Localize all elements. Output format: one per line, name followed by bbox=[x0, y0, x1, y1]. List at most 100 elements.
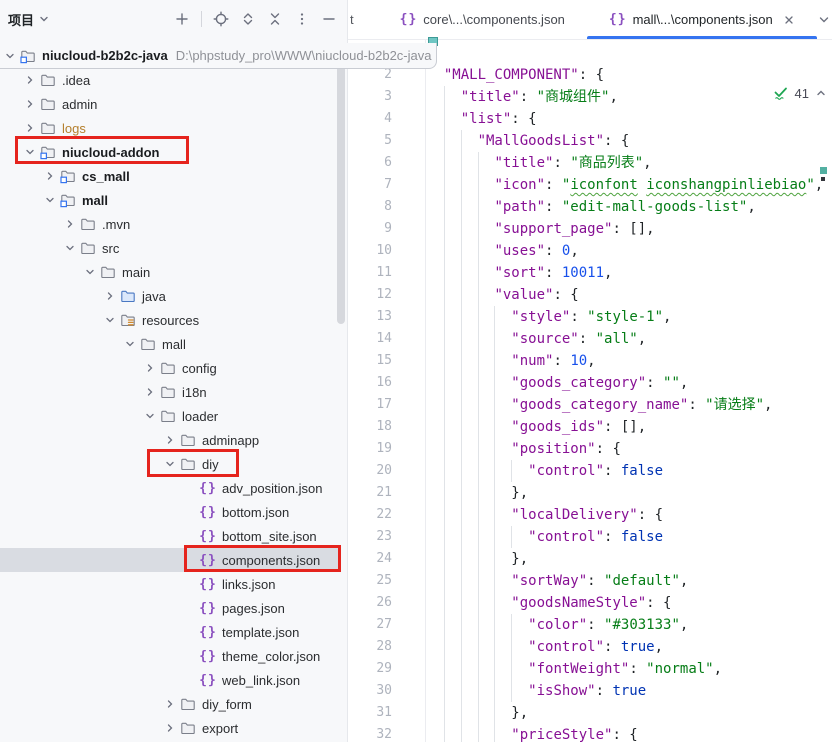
tree-item--idea[interactable]: .idea bbox=[0, 68, 347, 92]
chevron-right-icon[interactable] bbox=[42, 168, 58, 184]
collapse-all-icon[interactable] bbox=[267, 11, 283, 27]
chevron-right-icon[interactable] bbox=[22, 96, 38, 112]
module-folder-icon bbox=[60, 192, 76, 208]
chevron-down-icon[interactable] bbox=[42, 192, 58, 208]
indent-guide bbox=[461, 614, 462, 636]
tree-item-mall[interactable]: mall bbox=[0, 188, 347, 212]
tree-item-diy-form[interactable]: diy_form bbox=[0, 692, 347, 716]
indent-guide bbox=[478, 284, 479, 306]
indent-guide bbox=[478, 218, 479, 240]
indent-guide bbox=[494, 482, 495, 504]
chevron-right-icon[interactable] bbox=[142, 360, 158, 376]
tree-item-label: i18n bbox=[182, 385, 207, 400]
project-panel-title-group[interactable]: 项目 bbox=[8, 10, 50, 29]
chevron-spacer bbox=[182, 672, 198, 688]
tree-item-resources[interactable]: resources bbox=[0, 308, 347, 332]
chevron-right-icon[interactable] bbox=[162, 696, 178, 712]
project-panel-scrollbar[interactable] bbox=[337, 48, 345, 324]
indent-guide bbox=[478, 658, 479, 680]
indent-guide bbox=[444, 526, 445, 548]
more-icon[interactable] bbox=[294, 11, 310, 27]
chevron-spacer bbox=[182, 624, 198, 640]
line-number: 32 bbox=[348, 724, 392, 742]
code-line-19: "position": { bbox=[427, 438, 823, 460]
tree-item--mvn[interactable]: .mvn bbox=[0, 212, 347, 236]
tree-item-java[interactable]: java bbox=[0, 284, 347, 308]
tree-item-label: admin bbox=[62, 97, 97, 112]
project-root-label: niucloud-b2b2c-java bbox=[42, 48, 168, 63]
chevron-right-icon[interactable] bbox=[162, 720, 178, 736]
tree-item-src[interactable]: src bbox=[0, 236, 347, 260]
code-line-11: "sort": 10011, bbox=[427, 262, 823, 284]
chevron-down-icon[interactable] bbox=[62, 240, 78, 256]
chevron-down-icon[interactable] bbox=[142, 408, 158, 424]
tree-item-theme-color-json[interactable]: {}theme_color.json bbox=[0, 644, 347, 668]
code-line-17: "goods_category_name": "请选择", bbox=[427, 394, 823, 416]
code-line-22: "localDelivery": { bbox=[427, 504, 823, 526]
no-errors-check-icon bbox=[773, 85, 789, 101]
chevron-right-icon[interactable] bbox=[142, 384, 158, 400]
chevron-up-icon[interactable] bbox=[815, 87, 827, 99]
chevron-right-icon[interactable] bbox=[62, 216, 78, 232]
indent-guide bbox=[461, 262, 462, 284]
code-content[interactable]: "MALL_COMPONENT": { "title": "商城组件", "li… bbox=[427, 64, 823, 742]
tree-item-cs-mall[interactable]: cs_mall bbox=[0, 164, 347, 188]
editor-area[interactable]: 2345678910111213141516171819202122232425… bbox=[348, 40, 832, 742]
indent-guide bbox=[461, 570, 462, 592]
expand-all-icon[interactable] bbox=[240, 11, 256, 27]
line-number: 6 bbox=[348, 152, 392, 174]
red-highlight-box-diy bbox=[147, 449, 239, 477]
indent-guide bbox=[494, 438, 495, 460]
tree-item-config[interactable]: config bbox=[0, 356, 347, 380]
toolbar-separator bbox=[201, 11, 202, 27]
indent-guide bbox=[444, 570, 445, 592]
indent-guide bbox=[478, 548, 479, 570]
folder-icon bbox=[180, 432, 196, 448]
line-number: 27 bbox=[348, 614, 392, 636]
indent-guide bbox=[478, 614, 479, 636]
chevron-right-icon[interactable] bbox=[22, 120, 38, 136]
chevron-right-icon[interactable] bbox=[22, 72, 38, 88]
locate-icon[interactable] bbox=[213, 11, 229, 27]
clipped-tab-text[interactable]: t bbox=[348, 12, 354, 27]
tree-item-project-root[interactable]: niucloud-b2b2c-java D:\phpstudy_pro\WWW\… bbox=[0, 43, 437, 69]
red-highlight-box-components-json bbox=[184, 545, 341, 572]
tree-item-pages-json[interactable]: {}pages.json bbox=[0, 596, 347, 620]
tree-item-admin[interactable]: admin bbox=[0, 92, 347, 116]
panel-divider[interactable] bbox=[347, 0, 348, 742]
add-icon[interactable] bbox=[174, 11, 190, 27]
tree-item-links-json[interactable]: {}links.json bbox=[0, 572, 347, 596]
close-icon[interactable] bbox=[783, 14, 795, 26]
chevron-down-icon[interactable] bbox=[2, 48, 18, 64]
tab-mall-components-json[interactable]: {} mall\...\components.json bbox=[587, 0, 817, 39]
indent-guide bbox=[494, 702, 495, 724]
tree-item-bottom-json[interactable]: {}bottom.json bbox=[0, 500, 347, 524]
tree-item-i18n[interactable]: i18n bbox=[0, 380, 347, 404]
folder-icon bbox=[40, 96, 56, 112]
tree-item-loader[interactable]: loader bbox=[0, 404, 347, 428]
chevron-down-icon[interactable] bbox=[82, 264, 98, 280]
chevron-down-icon[interactable] bbox=[102, 312, 118, 328]
hide-icon[interactable] bbox=[321, 11, 337, 27]
tree-item-mall[interactable]: mall bbox=[0, 332, 347, 356]
chevron-right-icon[interactable] bbox=[102, 288, 118, 304]
tree-item-web-link-json[interactable]: {}web_link.json bbox=[0, 668, 347, 692]
json-file-icon: {} bbox=[200, 504, 216, 520]
indent-guide bbox=[494, 460, 495, 482]
chevron-right-icon[interactable] bbox=[162, 432, 178, 448]
tree-item-export[interactable]: export bbox=[0, 716, 347, 740]
tree-item-template-json[interactable]: {}template.json bbox=[0, 620, 347, 644]
tree-item-main[interactable]: main bbox=[0, 260, 347, 284]
indent-guide bbox=[494, 372, 495, 394]
tab-list-chevron-down-icon[interactable] bbox=[817, 0, 832, 39]
indent-guide bbox=[494, 658, 495, 680]
indent-guide bbox=[461, 284, 462, 306]
indent-guide bbox=[478, 570, 479, 592]
json-file-icon: {} bbox=[200, 648, 216, 664]
code-line-2: "MALL_COMPONENT": { bbox=[427, 64, 823, 86]
tab-core-components-json[interactable]: {} core\...\components.json bbox=[378, 0, 587, 39]
chevron-down-icon[interactable] bbox=[122, 336, 138, 352]
line-number: 15 bbox=[348, 350, 392, 372]
inspections-widget[interactable]: 41 bbox=[773, 85, 827, 101]
tree-item-adv-position-json[interactable]: {}adv_position.json bbox=[0, 476, 347, 500]
